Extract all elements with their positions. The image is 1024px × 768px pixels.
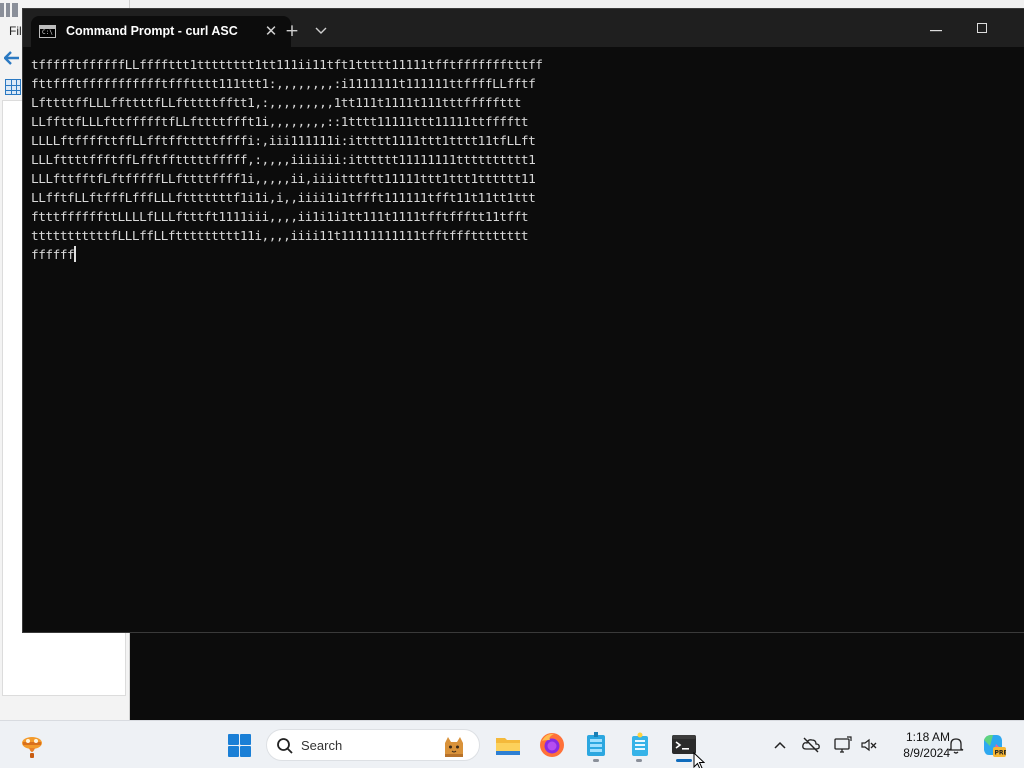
search-icon xyxy=(277,738,293,754)
console-line: tffffftffffffLLffffttt1tttttttt1tt111ii1… xyxy=(31,58,543,73)
text-cursor xyxy=(74,246,77,262)
windows-logo-icon xyxy=(228,734,239,745)
close-tab-icon[interactable]: ✕ xyxy=(261,21,281,41)
background-dark-window xyxy=(130,632,1024,722)
taskbar-search-box[interactable]: Search xyxy=(266,729,480,761)
running-indicator xyxy=(636,759,642,762)
clock-date: 8/9/2024 xyxy=(903,746,950,760)
explorer-file-menu[interactable]: Fil xyxy=(9,24,22,38)
console-line: LfttttffLLLffttttfLLftttttfftt1,:,,,,,,,… xyxy=(31,96,521,111)
widgets-weather-icon[interactable] xyxy=(18,732,46,760)
firefox-icon[interactable] xyxy=(538,731,566,759)
maximize-button[interactable] xyxy=(967,17,997,39)
maximize-icon xyxy=(977,23,987,33)
mouse-pointer-icon xyxy=(693,752,705,768)
taskbar: Search 1:18 AM 8/9/2024 PRE xyxy=(0,720,1024,768)
chevron-down-icon xyxy=(315,27,327,34)
console-line: LLLfttttffftffLfftfftttttfffff,:,,,,iiii… xyxy=(31,153,536,168)
console-output[interactable]: tffffftffffffLLffffttt1tttttttt1tt111ii1… xyxy=(31,56,1011,616)
minimize-icon xyxy=(930,30,942,32)
close-window-button[interactable]: ✕ xyxy=(1013,17,1024,39)
running-indicator xyxy=(593,759,599,762)
console-line: LLLLftffffttffLLfftfftttttffffi:,iii1111… xyxy=(31,134,536,149)
notifications-bell-icon[interactable] xyxy=(946,735,966,755)
show-hidden-icons-button[interactable] xyxy=(770,735,790,755)
new-tab-button[interactable]: + xyxy=(280,21,304,41)
file-explorer-icon[interactable] xyxy=(494,731,522,759)
tab-dropdown-button[interactable] xyxy=(309,21,333,41)
network-icon[interactable] xyxy=(833,735,853,755)
active-app-indicator xyxy=(676,759,692,762)
console-line: LLffttfLLLfttffffftfLLfttttffft1i,,,,,,,… xyxy=(31,115,529,130)
terminal-titlebar[interactable]: C:\ Command Prompt - curl ASC ✕ + ✕ xyxy=(23,9,1024,47)
chevron-up-icon xyxy=(774,741,786,749)
back-arrow-icon[interactable] xyxy=(4,51,20,65)
volume-muted-icon[interactable] xyxy=(859,735,879,755)
console-line-current: ffffff xyxy=(31,246,1011,265)
console-line-text: ffffff xyxy=(31,248,75,263)
console-line: LLfftfLLftfffLfffLLLftttttttf1i1i,i,,iii… xyxy=(31,191,536,206)
console-line: fttffftffffffffffftffftttt111ttt1:,,,,,,… xyxy=(31,77,536,92)
clock-time: 1:18 AM xyxy=(905,730,950,744)
search-label: Search xyxy=(301,738,343,753)
system-clock[interactable]: 1:18 AM 8/9/2024 xyxy=(884,729,950,761)
console-line: LLLfttfftfLftfffffLLfttttffff1i,,,,,ii,i… xyxy=(31,172,536,187)
search-highlight-cat-icon xyxy=(445,737,463,757)
secondary-app-icon[interactable] xyxy=(626,731,654,759)
azure-data-studio-icon[interactable] xyxy=(582,731,610,759)
command-prompt-icon: C:\ xyxy=(39,25,56,38)
onedrive-offline-icon[interactable] xyxy=(801,735,821,755)
console-line: tttttttttttfLLLffLLfttttttttt11i,,,,iiii… xyxy=(31,229,529,244)
svg-text:PRE: PRE xyxy=(995,750,1007,757)
tab-command-prompt[interactable]: C:\ Command Prompt - curl ASC ✕ xyxy=(31,16,291,47)
desktop-screen: Fil C:\ Command Prompt - curl ASC ✕ + ✕ xyxy=(0,0,1024,768)
table-icon[interactable] xyxy=(5,79,21,95)
terminal-window: C:\ Command Prompt - curl ASC ✕ + ✕ tfff… xyxy=(22,8,1024,633)
start-button[interactable] xyxy=(226,732,254,760)
tab-title: Command Prompt - curl ASC xyxy=(66,24,238,38)
console-line: ftttffffffttLLLLfLLLftttft1111iii,,,,ii1… xyxy=(31,210,529,225)
minimize-button[interactable] xyxy=(921,17,951,39)
explorer-app-icon xyxy=(0,3,18,17)
copilot-icon[interactable]: PRE xyxy=(980,732,1006,758)
